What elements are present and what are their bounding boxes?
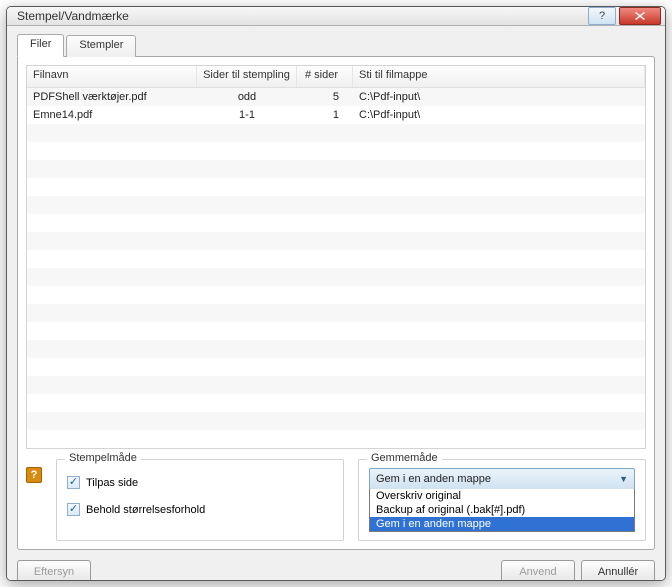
table-row[interactable]: PDFShell værktøjer.pdfodd5C:\Pdf-input\ (27, 88, 645, 106)
chevron-down-icon: ▼ (619, 474, 628, 484)
table-row (27, 160, 645, 178)
close-icon (635, 12, 645, 20)
tab-filer[interactable]: Filer (17, 34, 64, 57)
table-row (27, 214, 645, 232)
checkbox-tilpas-side[interactable]: ✓ Tilpas side (67, 476, 333, 489)
cell-stempling: odd (197, 90, 297, 104)
button-label: Eftersyn (34, 566, 74, 578)
cell-stempling: 1-1 (197, 108, 297, 122)
client-area: Filer Stempler Filnavn Sider til stempli… (7, 26, 665, 581)
titlebar-text: Stempel/Vandmærke (17, 9, 588, 23)
table-row (27, 142, 645, 160)
button-group-right: Anvend Annullér (501, 560, 655, 581)
table-row (27, 178, 645, 196)
table-row (27, 340, 645, 358)
table-row (27, 322, 645, 340)
tab-label: Filer (30, 38, 51, 50)
cell-sti: C:\Pdf-input\ (353, 108, 645, 122)
titlebar: Stempel/Vandmærke ? (7, 7, 665, 26)
cell-filnavn: PDFShell værktøjer.pdf (27, 90, 197, 104)
button-label: Annullér (598, 566, 638, 578)
tabstrip: Filer Stempler (17, 34, 655, 56)
help-icon: ? (599, 10, 605, 22)
combo-selected: Gem i en anden mappe (376, 473, 491, 485)
table-row (27, 286, 645, 304)
apply-button[interactable]: Anvend (501, 560, 575, 581)
preview-button[interactable]: Eftersyn (17, 560, 91, 581)
cell-sti: C:\Pdf-input\ (353, 90, 645, 104)
dropdown-item[interactable]: Backup af original (.bak[#].pdf) (370, 503, 634, 517)
table-row (27, 196, 645, 214)
checkbox-icon: ✓ (67, 503, 80, 516)
table-row (27, 430, 645, 448)
dropdown-item[interactable]: Gem i en anden mappe (370, 517, 634, 531)
save-mode-combo[interactable]: Gem i en anden mappe ▼ (369, 468, 635, 490)
dropdown-item[interactable]: Overskriv original (370, 489, 634, 503)
checkbox-label: Tilpas side (86, 477, 138, 489)
group-stempelmaade: Stempelmåde ✓ Tilpas side ✓ Behold størr… (56, 459, 344, 541)
lower-panel: ? Stempelmåde ✓ Tilpas side ✓ Behold stø… (26, 459, 646, 541)
dialog-buttons: Eftersyn Anvend Annullér (17, 560, 655, 581)
table-row (27, 304, 645, 322)
checkbox-label: Behold størrelsesforhold (86, 504, 205, 516)
table-row (27, 124, 645, 142)
tab-label: Stempler (79, 39, 123, 51)
table-row (27, 358, 645, 376)
col-sider[interactable]: # sider (297, 66, 353, 87)
group-title: Gemmemåde (367, 452, 442, 464)
titlebar-close-button[interactable] (619, 7, 661, 25)
cell-filnavn: Emne14.pdf (27, 108, 197, 122)
cell-sider: 5 (297, 90, 353, 104)
table-header: Filnavn Sider til stempling # sider Sti … (27, 66, 645, 88)
table-body[interactable]: PDFShell værktøjer.pdfodd5C:\Pdf-input\E… (27, 88, 645, 448)
col-filnavn[interactable]: Filnavn (27, 66, 197, 87)
cancel-button[interactable]: Annullér (581, 560, 655, 581)
checkbox-behold-forhold[interactable]: ✓ Behold størrelsesforhold (67, 503, 333, 516)
table-row[interactable]: Emne14.pdf1-11C:\Pdf-input\ (27, 106, 645, 124)
table-row (27, 394, 645, 412)
table-row (27, 412, 645, 430)
table-row (27, 232, 645, 250)
table-row (27, 250, 645, 268)
col-stempling[interactable]: Sider til stempling (197, 66, 297, 87)
file-table: Filnavn Sider til stempling # sider Sti … (26, 65, 646, 449)
titlebar-help-button[interactable]: ? (588, 7, 616, 25)
save-mode-dropdown: Overskriv originalBackup af original (.b… (369, 489, 635, 532)
cell-sider: 1 (297, 108, 353, 122)
col-sti[interactable]: Sti til filmappe (353, 66, 645, 87)
tab-stempler[interactable]: Stempler (66, 35, 136, 57)
button-label: Anvend (519, 566, 556, 578)
group-title: Stempelmåde (65, 452, 141, 464)
checkbox-icon: ✓ (67, 476, 80, 489)
titlebar-buttons: ? (588, 7, 661, 25)
table-row (27, 268, 645, 286)
group-gemmemaade: Gemmemåde Gem i en anden mappe ▼ Overskr… (358, 459, 646, 541)
dialog-window: Stempel/Vandmærke ? Filer Stempler Filna… (6, 6, 666, 581)
context-help-icon[interactable]: ? (26, 467, 42, 483)
table-row (27, 376, 645, 394)
tab-panel-filer: Filnavn Sider til stempling # sider Sti … (17, 56, 655, 550)
